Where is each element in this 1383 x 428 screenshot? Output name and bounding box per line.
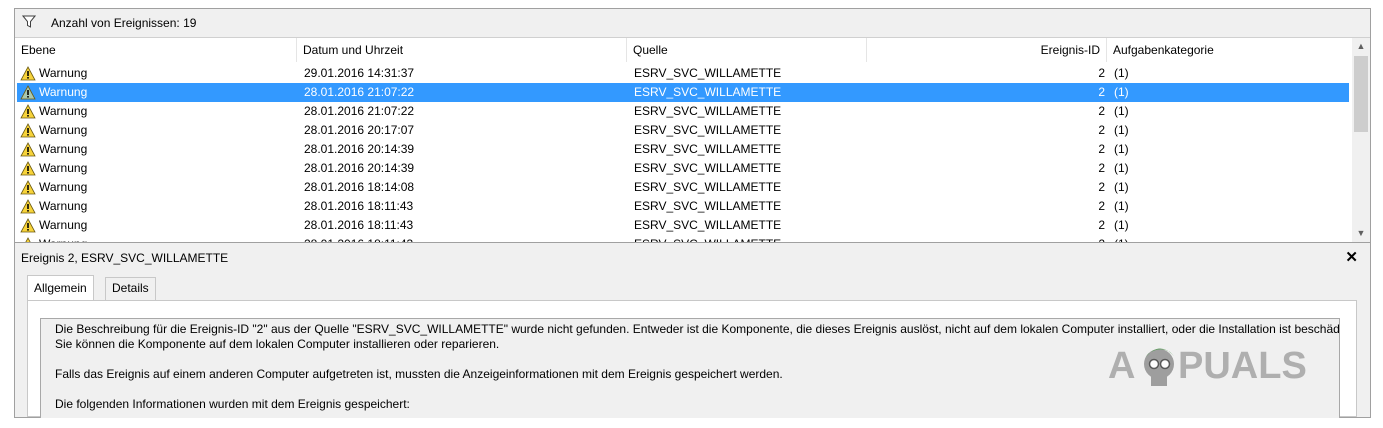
cell-source: ESRV_SVC_WILLAMETTE [634, 85, 782, 99]
cell-datetime: 28.01.2016 20:17:07 [304, 123, 415, 137]
warning-triangle-icon [20, 66, 36, 81]
description-line: Die folgenden Informationen wurden mit d… [55, 397, 410, 411]
cell-event-id: 2 [1098, 180, 1105, 194]
cell-event-id: 2 [1098, 104, 1105, 118]
cell-task-category: (1) [1114, 85, 1129, 99]
watermark-text-right: PUALS [1178, 345, 1307, 387]
table-row[interactable]: Warnung 29.01.2016 14:31:37 ESRV_SVC_WILLA… [17, 64, 1349, 83]
cell-level: Warnung [39, 104, 88, 118]
cell-task-category: (1) [1114, 180, 1129, 194]
cell-level: Warnung [39, 66, 88, 80]
event-count-label: Anzahl von Ereignissen: 19 [51, 16, 197, 30]
appuals-watermark-logo: A PUALS [1108, 345, 1307, 387]
cell-event-id: 2 [1098, 199, 1105, 213]
cell-event-id: 2 [1098, 142, 1105, 156]
description-line: Die Beschreibung für die Ereignis-ID "2"… [55, 322, 1340, 336]
cell-level: Warnung [39, 180, 88, 194]
table-row[interactable]: Warnung 28.01.2016 18:11:43 ESRV_SVC_WILLA… [17, 235, 1349, 242]
cell-level: Warnung [39, 161, 88, 175]
table-row[interactable]: Warnung 28.01.2016 18:11:43 ESRV_SVC_WILLA… [17, 216, 1349, 235]
cell-task-category: (1) [1114, 199, 1129, 213]
cell-datetime: 28.01.2016 18:11:43 [304, 235, 624, 242]
cell-level: Warnung [39, 123, 88, 137]
cell-task-category: (1) [1114, 161, 1129, 175]
cell-source: ESRV_SVC_WILLAMETTE [634, 180, 782, 194]
detail-title: Ereignis 2, ESRV_SVC_WILLAMETTE [21, 251, 229, 265]
cell-level: Warnung [39, 199, 88, 213]
cell-datetime: 28.01.2016 20:14:39 [304, 142, 415, 156]
warning-triangle-icon [20, 123, 36, 138]
filter-bar: Anzahl von Ereignissen: 19 [15, 9, 1370, 38]
cell-event-id: 2 [869, 235, 1105, 242]
cell-source: ESRV_SVC_WILLAMETTE [634, 104, 782, 118]
warning-triangle-icon [20, 85, 36, 100]
column-header-task-category[interactable]: Aufgabenkategorie [1107, 38, 1351, 62]
warning-triangle-icon [25, 237, 31, 242]
funnel-icon[interactable] [22, 15, 36, 29]
warning-triangle-icon [20, 161, 36, 176]
cell-level: Warnung [39, 142, 88, 156]
cell-source: ESRV_SVC_WILLAMETTE [634, 235, 864, 242]
cell-source: ESRV_SVC_WILLAMETTE [634, 199, 782, 213]
table-row[interactable]: Warnung 28.01.2016 18:14:08 ESRV_SVC_WILLA… [17, 178, 1349, 197]
table-row[interactable]: Warnung 28.01.2016 20:14:39 ESRV_SVC_WILLA… [17, 159, 1349, 178]
cell-level: Warnung [39, 218, 88, 232]
column-header-datetime[interactable]: Datum und Uhrzeit [297, 38, 627, 62]
cell-level: Warnung [39, 85, 88, 99]
cell-source: ESRV_SVC_WILLAMETTE [634, 161, 782, 175]
detail-header: Ereignis 2, ESRV_SVC_WILLAMETTE ✕ [15, 247, 1370, 269]
cell-datetime: 28.01.2016 18:11:43 [304, 199, 414, 213]
cell-task-category: (1) [1114, 104, 1129, 118]
cell-level: Warnung [39, 235, 289, 242]
warning-triangle-icon [20, 218, 36, 233]
vertical-scrollbar[interactable]: ▲ ▼ [1352, 38, 1370, 242]
table-row[interactable]: Warnung 28.01.2016 21:07:22 ESRV_SVC_WILLA… [17, 102, 1349, 121]
close-icon[interactable]: ✕ [1345, 248, 1358, 266]
scrollbar-thumb[interactable] [1354, 56, 1368, 132]
cell-datetime: 28.01.2016 18:11:43 [304, 218, 414, 232]
cell-task-category: (1) [1114, 142, 1129, 156]
tab-allgemein[interactable]: Allgemein [27, 275, 94, 300]
warning-triangle-icon [20, 199, 36, 214]
cell-source: ESRV_SVC_WILLAMETTE [634, 123, 782, 137]
column-header-level[interactable]: Ebene [15, 38, 297, 62]
cell-datetime: 28.01.2016 21:07:22 [304, 104, 415, 118]
mascot-icon [1144, 348, 1174, 386]
table-row[interactable]: Warnung 28.01.2016 21:07:22 ESRV_SVC_WILLA… [17, 83, 1349, 102]
cell-source: ESRV_SVC_WILLAMETTE [634, 218, 782, 232]
table-row[interactable]: Warnung 28.01.2016 20:17:07 ESRV_SVC_WILLA… [17, 121, 1349, 140]
cell-event-id: 2 [1098, 123, 1105, 137]
warning-triangle-icon [20, 142, 36, 157]
chevron-up-icon[interactable]: ▲ [1352, 38, 1370, 55]
table-row[interactable]: Warnung 28.01.2016 20:14:39 ESRV_SVC_WILLA… [17, 140, 1349, 159]
warning-triangle-icon [20, 104, 36, 119]
cell-datetime: 28.01.2016 18:14:08 [304, 180, 415, 194]
cell-task-category: (1) [1114, 66, 1129, 80]
watermark-text-left: A [1108, 345, 1135, 387]
warning-triangle-icon [20, 180, 36, 195]
cell-event-id: 2 [1098, 161, 1105, 175]
cell-datetime: 28.01.2016 21:07:22 [304, 85, 415, 99]
cell-event-id: 2 [1098, 85, 1105, 99]
column-header-row: Ebene Datum und Uhrzeit Quelle Ereignis-… [15, 38, 1351, 62]
column-header-source[interactable]: Quelle [627, 38, 867, 62]
cell-source: ESRV_SVC_WILLAMETTE [634, 142, 782, 156]
tab-details[interactable]: Details [105, 277, 156, 300]
cell-event-id: 2 [1098, 218, 1105, 232]
chevron-down-icon[interactable]: ▼ [1352, 225, 1370, 242]
cell-datetime: 29.01.2016 14:31:37 [304, 66, 415, 80]
table-row[interactable]: Warnung 28.01.2016 18:11:43 ESRV_SVC_WILLA… [17, 197, 1349, 216]
cell-source: ESRV_SVC_WILLAMETTE [634, 66, 782, 80]
cell-datetime: 28.01.2016 20:14:39 [304, 161, 415, 175]
column-header-event-id[interactable]: Ereignis-ID [867, 38, 1107, 62]
event-list[interactable]: Ebene Datum und Uhrzeit Quelle Ereignis-… [15, 38, 1370, 243]
cell-event-id: 2 [1098, 66, 1105, 80]
cell-task-category: (1) [1114, 235, 1344, 242]
cell-task-category: (1) [1114, 218, 1129, 232]
cell-task-category: (1) [1114, 123, 1129, 137]
